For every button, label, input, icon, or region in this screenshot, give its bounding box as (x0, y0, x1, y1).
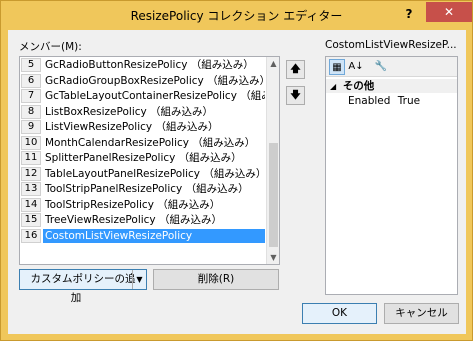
member-list-item[interactable]: 14 ToolStripResizePolicy （組み込み） (21, 197, 265, 212)
member-name: ToolStripResizePolicy （組み込み） (45, 198, 221, 211)
member-list-item[interactable]: 6 GcRadioGroupBoxResizePolicy （組み込み） (21, 73, 265, 88)
scroll-down-arrow-icon[interactable]: ▼ (267, 251, 279, 264)
property-name: Enabled (348, 95, 391, 107)
member-index: 7 (21, 89, 41, 103)
arrow-up-icon: 🡅 (290, 64, 301, 75)
categorized-icon[interactable]: ▦ (329, 59, 345, 75)
member-index: 5 (21, 58, 41, 72)
scrollbar-thumb[interactable] (269, 143, 278, 247)
move-up-button[interactable]: 🡅 (286, 60, 305, 79)
add-custom-policy-button[interactable]: カスタムポリシーの追加 ▼ (19, 269, 147, 304)
help-button[interactable]: ? (399, 5, 419, 23)
members-scrollbar[interactable]: ▲ ▼ (266, 57, 279, 264)
member-index: 16 (21, 228, 41, 243)
cancel-button[interactable]: キャンセル (384, 303, 459, 324)
property-category-row[interactable]: ◢ その他 (326, 79, 457, 93)
ok-button[interactable]: OK (302, 303, 377, 324)
member-index: 6 (21, 73, 41, 88)
properties-label: CostomListViewResizeP... (325, 39, 457, 51)
member-list-item[interactable]: 15 TreeViewResizePolicy （組み込み） (21, 213, 265, 227)
member-index: 11 (21, 151, 41, 165)
member-name: GcTableLayoutContainerResizePolicy （組み込み… (45, 90, 265, 102)
property-pages-icon[interactable]: 🔧 (373, 59, 389, 75)
member-list-item[interactable]: 10 MonthCalendarResizePolicy （組み込み） (21, 135, 265, 150)
member-index: 9 (21, 120, 41, 134)
remove-button[interactable]: 削除(R) (153, 269, 279, 290)
move-down-button[interactable]: 🡇 (286, 86, 305, 105)
close-button[interactable]: ✕ (426, 2, 472, 22)
add-custom-policy-label: カスタムポリシーの追加 (30, 273, 136, 304)
members-listbox[interactable]: 16 CostomListViewResizePolicy 15 TreeViewRe… (19, 56, 280, 265)
member-list-item[interactable]: 9 ListViewResizePolicy （組み込み） (21, 120, 265, 134)
title-bar: ResizePolicy コレクション エディター ? ✕ (1, 1, 472, 29)
member-name: GcRadioButtonResizePolicy （組み込み） (45, 59, 254, 71)
member-name: GcRadioGroupBoxResizePolicy （組み込み） (45, 74, 265, 87)
member-index: 14 (21, 197, 41, 212)
member-name: MonthCalendarResizePolicy （組み込み） (45, 136, 256, 149)
property-row-enabled[interactable]: Enabled True (326, 94, 457, 108)
member-list-item[interactable]: 13 ToolStripPanelResizePolicy （組み込み） (21, 182, 265, 196)
scroll-up-arrow-icon[interactable]: ▲ (267, 57, 279, 70)
alphabetical-sort-icon[interactable]: A↓ (348, 59, 364, 75)
member-index: 10 (21, 135, 41, 150)
member-list-item[interactable]: 8 ListBoxResizePolicy （組み込み） (21, 104, 265, 119)
dialog-client-area: メンバー(M): CostomListViewResizeP... 16 Cost… (8, 30, 466, 334)
chevron-down-icon[interactable]: ▼ (132, 270, 146, 289)
property-grid[interactable]: ▦ A↓ 🔧 ◢ その他 Enabled True (325, 56, 458, 295)
member-index: 12 (21, 166, 41, 181)
members-label: メンバー(M): (19, 41, 82, 53)
property-category-label: その他 (342, 80, 375, 92)
member-name: ToolStripPanelResizePolicy （組み込み） (45, 183, 249, 195)
collapse-icon[interactable]: ◢ (330, 82, 336, 91)
member-name: CostomListViewResizePolicy (43, 228, 265, 243)
member-name: TableLayoutPanelResizePolicy （組み込み） (45, 167, 265, 180)
member-name: TreeViewResizePolicy （組み込み） (45, 214, 222, 226)
arrow-down-icon: 🡇 (290, 90, 301, 101)
member-index: 13 (21, 182, 41, 196)
member-name: SplitterPanelResizePolicy （組み込み） (45, 152, 242, 164)
member-name: ListViewResizePolicy （組み込み） (45, 121, 219, 133)
property-value[interactable]: True (398, 95, 420, 107)
member-list-item[interactable]: 5 GcRadioButtonResizePolicy （組み込み） (21, 58, 265, 72)
member-name: ListBoxResizePolicy （組み込み） (45, 105, 214, 118)
member-index: 15 (21, 213, 41, 227)
dialog-window: ResizePolicy コレクション エディター ? ✕ メンバー(M): C… (0, 0, 473, 341)
member-list-item[interactable]: 7 GcTableLayoutContainerResizePolicy （組み込… (21, 89, 265, 103)
member-list-item[interactable]: 11 SplitterPanelResizePolicy （組み込み） (21, 151, 265, 165)
member-list-item[interactable]: 16 CostomListViewResizePolicy (21, 228, 265, 243)
member-list-item[interactable]: 12 TableLayoutPanelResizePolicy （組み込み） (21, 166, 265, 181)
member-index: 8 (21, 104, 41, 119)
property-grid-toolbar: ▦ A↓ 🔧 (326, 57, 457, 77)
